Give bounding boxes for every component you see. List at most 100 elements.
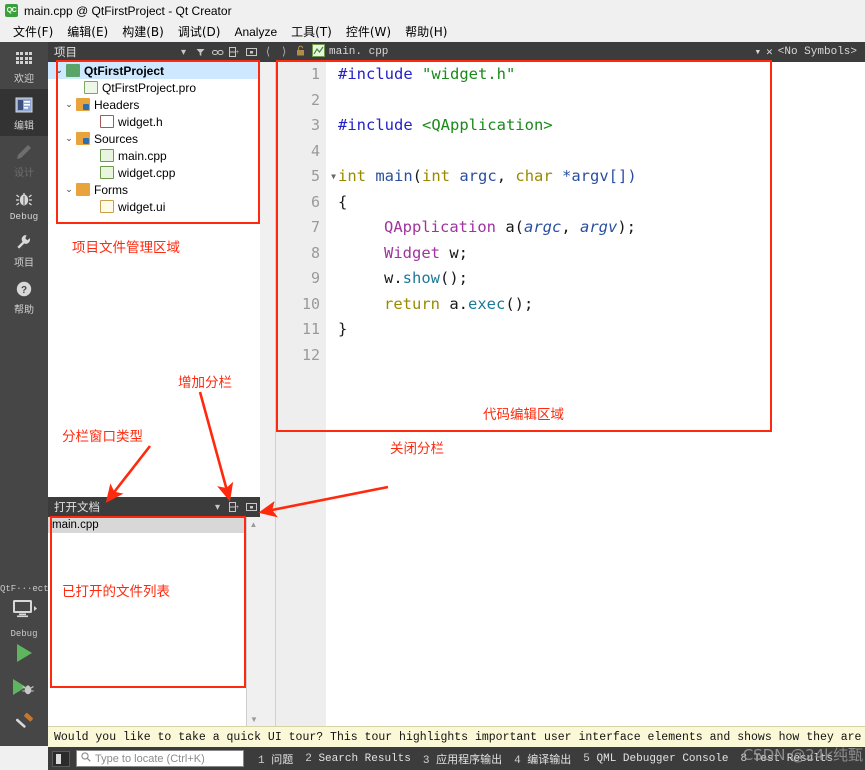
line-number: 5 ▼ <box>276 164 336 190</box>
scroll-up-icon[interactable]: ▲ <box>247 517 260 531</box>
tree-item-sources[interactable]: ⌄ Sources <box>48 130 260 147</box>
split-add-icon[interactable]: + <box>226 497 243 517</box>
output-pane-search-results[interactable]: 2 Search Results <box>299 753 417 765</box>
tree-item-widget-ui[interactable]: widget.ui <box>48 198 260 215</box>
forward-arrow-icon[interactable]: ⟩ <box>276 45 292 59</box>
open-documents-title: 打开文档 <box>54 500 100 514</box>
tree-item-widget-cpp[interactable]: widget.cpp <box>48 164 260 181</box>
scroll-down-icon[interactable]: ▼ <box>247 712 261 726</box>
code-token: , <box>496 167 516 185</box>
unlock-icon[interactable] <box>292 45 308 60</box>
annotation-label-split-type: 分栏窗口类型 <box>62 429 143 445</box>
editor-file-tab[interactable]: main. cpp <box>308 43 388 61</box>
code-line-3[interactable]: #include <QApplication> <box>326 113 865 139</box>
line-number: 8 <box>310 243 320 262</box>
editor-symbol-selector[interactable]: ▾ ✕ <No Symbols> <box>755 45 865 59</box>
mode-edit[interactable]: 编辑 <box>0 89 48 136</box>
menu-analyze[interactable]: Analyze <box>227 23 284 41</box>
menu-build[interactable]: 构建(B) <box>115 21 171 42</box>
code-line-5[interactable]: int main(int argc, char *argv[]) <box>326 164 865 190</box>
mode-help[interactable]: ? 帮助 <box>0 273 48 320</box>
menu-widgets[interactable]: 控件(W) <box>339 21 398 42</box>
code-line-8[interactable]: Widget w; <box>326 241 865 267</box>
annotation-label-opened-files: 已打开的文件列表 <box>62 584 170 600</box>
code-line-11[interactable]: } <box>326 317 865 343</box>
mode-welcome-label: 欢迎 <box>14 74 34 85</box>
close-split-icon[interactable] <box>243 497 260 517</box>
code-token: *argv[]) <box>552 167 637 185</box>
code-line-12[interactable] <box>326 343 865 369</box>
menu-tools[interactable]: 工具(T) <box>284 21 339 42</box>
debug-play-icon[interactable] <box>0 672 48 707</box>
mode-welcome[interactable]: 欢迎 <box>0 42 48 89</box>
link-icon[interactable] <box>209 42 226 62</box>
code-line-7[interactable]: QApplication a(argc, argv); <box>326 215 865 241</box>
monitor-icon[interactable] <box>0 594 48 629</box>
code-token: main <box>366 167 413 185</box>
output-pane-issues[interactable]: 1 问题 <box>252 751 299 767</box>
edit-icon <box>0 95 48 115</box>
close-split-icon[interactable] <box>243 42 260 62</box>
menu-edit[interactable]: 编辑(E) <box>60 21 115 42</box>
chevron-down-icon[interactable]: ⌄ <box>62 133 76 144</box>
chevron-down-icon[interactable]: ⌄ <box>62 184 76 195</box>
tree-item-main-cpp[interactable]: main.cpp <box>48 147 260 164</box>
line-number: 1 <box>310 65 320 83</box>
split-add-icon[interactable]: + <box>226 42 243 62</box>
chevron-down-icon[interactable]: ▾ <box>209 497 226 517</box>
mode-projects[interactable]: 项目 <box>0 226 48 273</box>
symbols-label: <No Symbols> <box>777 46 857 58</box>
kit-project-label[interactable]: QtF···ect <box>0 584 48 594</box>
code-editor[interactable]: 1 2 3 4 5 ▼ 6 7 8 9 10 11 12 #include "wi… <box>260 62 865 726</box>
output-pane-app-output[interactable]: 3 应用程序输出 <box>417 751 508 767</box>
menu-debug[interactable]: 调试(D) <box>171 21 228 42</box>
cpp-file-icon <box>100 149 114 162</box>
tree-item-headers[interactable]: ⌄ Headers <box>48 96 260 113</box>
activity-bar: 欢迎 编辑 设计 Debug 项目 ? 帮助 QtF···ect Debug <box>0 42 48 746</box>
tree-item-label: Forms <box>94 182 128 197</box>
filter-icon[interactable] <box>192 42 209 62</box>
tree-item-forms[interactable]: ⌄ Forms <box>48 181 260 198</box>
code-line-6[interactable]: { <box>326 190 865 216</box>
code-token: w; <box>440 243 468 262</box>
code-line-4[interactable] <box>326 139 865 165</box>
output-pane-compile-output[interactable]: 4 编译输出 <box>508 751 577 767</box>
code-line-2[interactable] <box>326 88 865 114</box>
chevron-down-icon[interactable]: ▾ <box>755 45 762 59</box>
tree-item-pro-file[interactable]: QtFirstProject.pro <box>48 79 260 96</box>
code-text-area[interactable]: #include "widget.h" #include <QApplicati… <box>326 62 865 726</box>
list-item[interactable]: main.cpp <box>48 517 260 533</box>
tree-item-widget-h[interactable]: widget.h <box>48 113 260 130</box>
tree-item-qtfirstproject[interactable]: ⌄ QtFirstProject <box>48 62 260 79</box>
ui-file-icon <box>100 200 114 213</box>
pro-file-icon <box>84 81 98 94</box>
code-line-10[interactable]: return a.exec(); <box>326 292 865 318</box>
tree-item-label: QtFirstProject <box>84 63 165 78</box>
mode-debug[interactable]: Debug <box>0 183 48 226</box>
back-arrow-icon[interactable]: ⟨ <box>260 45 276 59</box>
menu-file[interactable]: 文件(F) <box>6 21 60 42</box>
line-number: 9 <box>310 269 320 287</box>
tree-item-label: widget.h <box>118 114 163 129</box>
header-file-icon <box>100 115 114 128</box>
open-documents-list[interactable]: main.cpp <box>48 517 260 726</box>
code-line-1[interactable]: #include "widget.h" <box>326 62 865 88</box>
chevron-down-icon[interactable]: ⌄ <box>52 65 66 76</box>
annotation-label-code-area: 代码编辑区域 <box>483 407 564 423</box>
run-play-icon[interactable] <box>0 639 48 672</box>
chevron-down-icon[interactable]: ⌄ <box>62 99 76 110</box>
menu-help[interactable]: 帮助(H) <box>398 21 454 42</box>
chevron-down-icon[interactable]: ▾ <box>175 42 192 62</box>
hammer-icon[interactable] <box>0 707 48 742</box>
code-line-9[interactable]: w.show(); <box>326 266 865 292</box>
sidebar-toggle-icon[interactable] <box>52 750 70 767</box>
code-token: exec <box>468 294 506 313</box>
output-pane-qml-debugger[interactable]: 5 QML Debugger Console <box>577 753 734 765</box>
open-documents-scrollbar[interactable]: ▲ ▼ <box>246 517 260 726</box>
search-input[interactable]: Type to locate (Ctrl+K) <box>76 750 244 767</box>
tree-item-label: Headers <box>94 97 140 112</box>
kit-build-config[interactable]: Debug <box>0 629 48 639</box>
project-panel-title: 项目 <box>54 45 77 59</box>
code-token: a <box>495 218 515 236</box>
close-icon[interactable]: ✕ <box>766 45 773 59</box>
